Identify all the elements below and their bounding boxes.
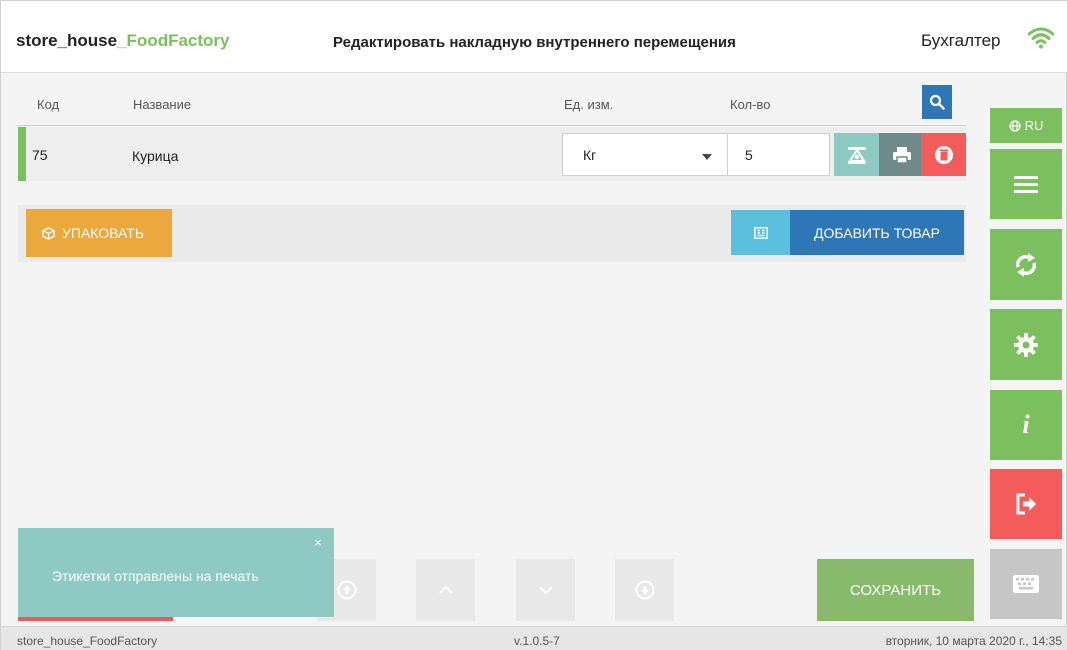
user-role: Бухгалтер <box>921 31 1001 50</box>
action-bar: УПАКОВАТЬ ДОБАВИТЬ ТОВАР <box>18 205 966 262</box>
box-icon <box>42 226 55 240</box>
scroll-up-button[interactable] <box>416 559 475 621</box>
settings-button[interactable] <box>990 309 1062 380</box>
toast-notification: × Этикетки отправлены на печать <box>18 528 334 617</box>
column-header-code: Код <box>37 97 60 112</box>
footer-version: v.1.0.5-7 <box>514 634 560 648</box>
sync-icon <box>1015 252 1037 277</box>
footer-app-name: store_house_FoodFactory <box>17 634 158 648</box>
pack-button[interactable]: УПАКОВАТЬ <box>26 209 172 257</box>
toast-close-icon[interactable]: × <box>311 536 325 550</box>
scales-icon <box>847 146 866 164</box>
add-product-scan-button[interactable] <box>731 210 790 255</box>
barcode-icon <box>753 226 768 239</box>
chevron-up-icon <box>438 585 453 594</box>
row-name: Курица <box>132 148 179 164</box>
globe-icon <box>1008 119 1021 132</box>
search-button[interactable] <box>922 85 952 119</box>
add-product-button[interactable]: ДОБАВИТЬ ТОВАР <box>790 210 964 255</box>
brand-logo: store_house_FoodFactory <box>16 31 230 51</box>
header: store_house_FoodFactory Редактировать на… <box>1 1 1067 73</box>
row-code: 75 <box>32 147 48 163</box>
column-header-qty: Кол-во <box>730 97 771 112</box>
unit-select[interactable]: Кг <box>562 133 736 176</box>
app-frame: store_house_FoodFactory Редактировать на… <box>0 0 1067 650</box>
menu-button[interactable] <box>990 149 1062 219</box>
print-button[interactable] <box>879 133 924 176</box>
language-label: RU <box>1024 118 1044 133</box>
arrow-circle-down-icon <box>635 580 654 600</box>
arrow-circle-up-icon <box>337 580 356 600</box>
footer-datetime: вторник, 10 марта 2020 г., 14:35 <box>885 634 1062 648</box>
trash-icon <box>934 145 953 164</box>
gear-icon <box>1014 332 1038 357</box>
language-button[interactable]: RU <box>990 108 1062 143</box>
table-divider <box>18 125 966 126</box>
pack-button-label: УПАКОВАТЬ <box>62 225 145 241</box>
brand-accent: _FoodFactory <box>117 31 230 50</box>
save-button[interactable]: СОХРАНИТЬ <box>817 559 974 621</box>
logout-button[interactable] <box>990 469 1062 539</box>
chevron-down-icon <box>702 154 712 160</box>
column-header-unit: Ед. изм. <box>564 97 614 112</box>
brand-main: store_house <box>16 31 118 50</box>
info-icon: i <box>1022 410 1030 439</box>
table-row[interactable]: 75 Курица Кг <box>18 127 966 181</box>
menu-icon <box>1014 176 1038 193</box>
keyboard-icon <box>1013 575 1039 593</box>
logout-icon <box>1016 493 1036 515</box>
scroll-down-button[interactable] <box>516 559 575 621</box>
sync-button[interactable] <box>990 229 1062 300</box>
page-title: Редактировать накладную внутреннего пере… <box>333 34 736 51</box>
delete-button[interactable] <box>921 133 966 176</box>
unit-select-value: Кг <box>583 147 597 163</box>
scales-button[interactable] <box>834 133 879 176</box>
scroll-bottom-button[interactable] <box>615 559 674 621</box>
status-bar: store_house_FoodFactory v.1.0.5-7 вторни… <box>1 626 1067 650</box>
print-icon <box>892 146 911 164</box>
toast-message: Этикетки отправлены на печать <box>52 568 259 584</box>
keyboard-button[interactable] <box>990 549 1062 619</box>
quantity-input[interactable] <box>727 133 830 176</box>
info-button[interactable]: i <box>990 390 1062 460</box>
wifi-icon <box>1028 27 1054 49</box>
chevron-down-icon <box>538 586 553 595</box>
search-icon <box>929 94 945 110</box>
row-marker <box>18 127 26 181</box>
column-header-name: Название <box>133 97 192 112</box>
